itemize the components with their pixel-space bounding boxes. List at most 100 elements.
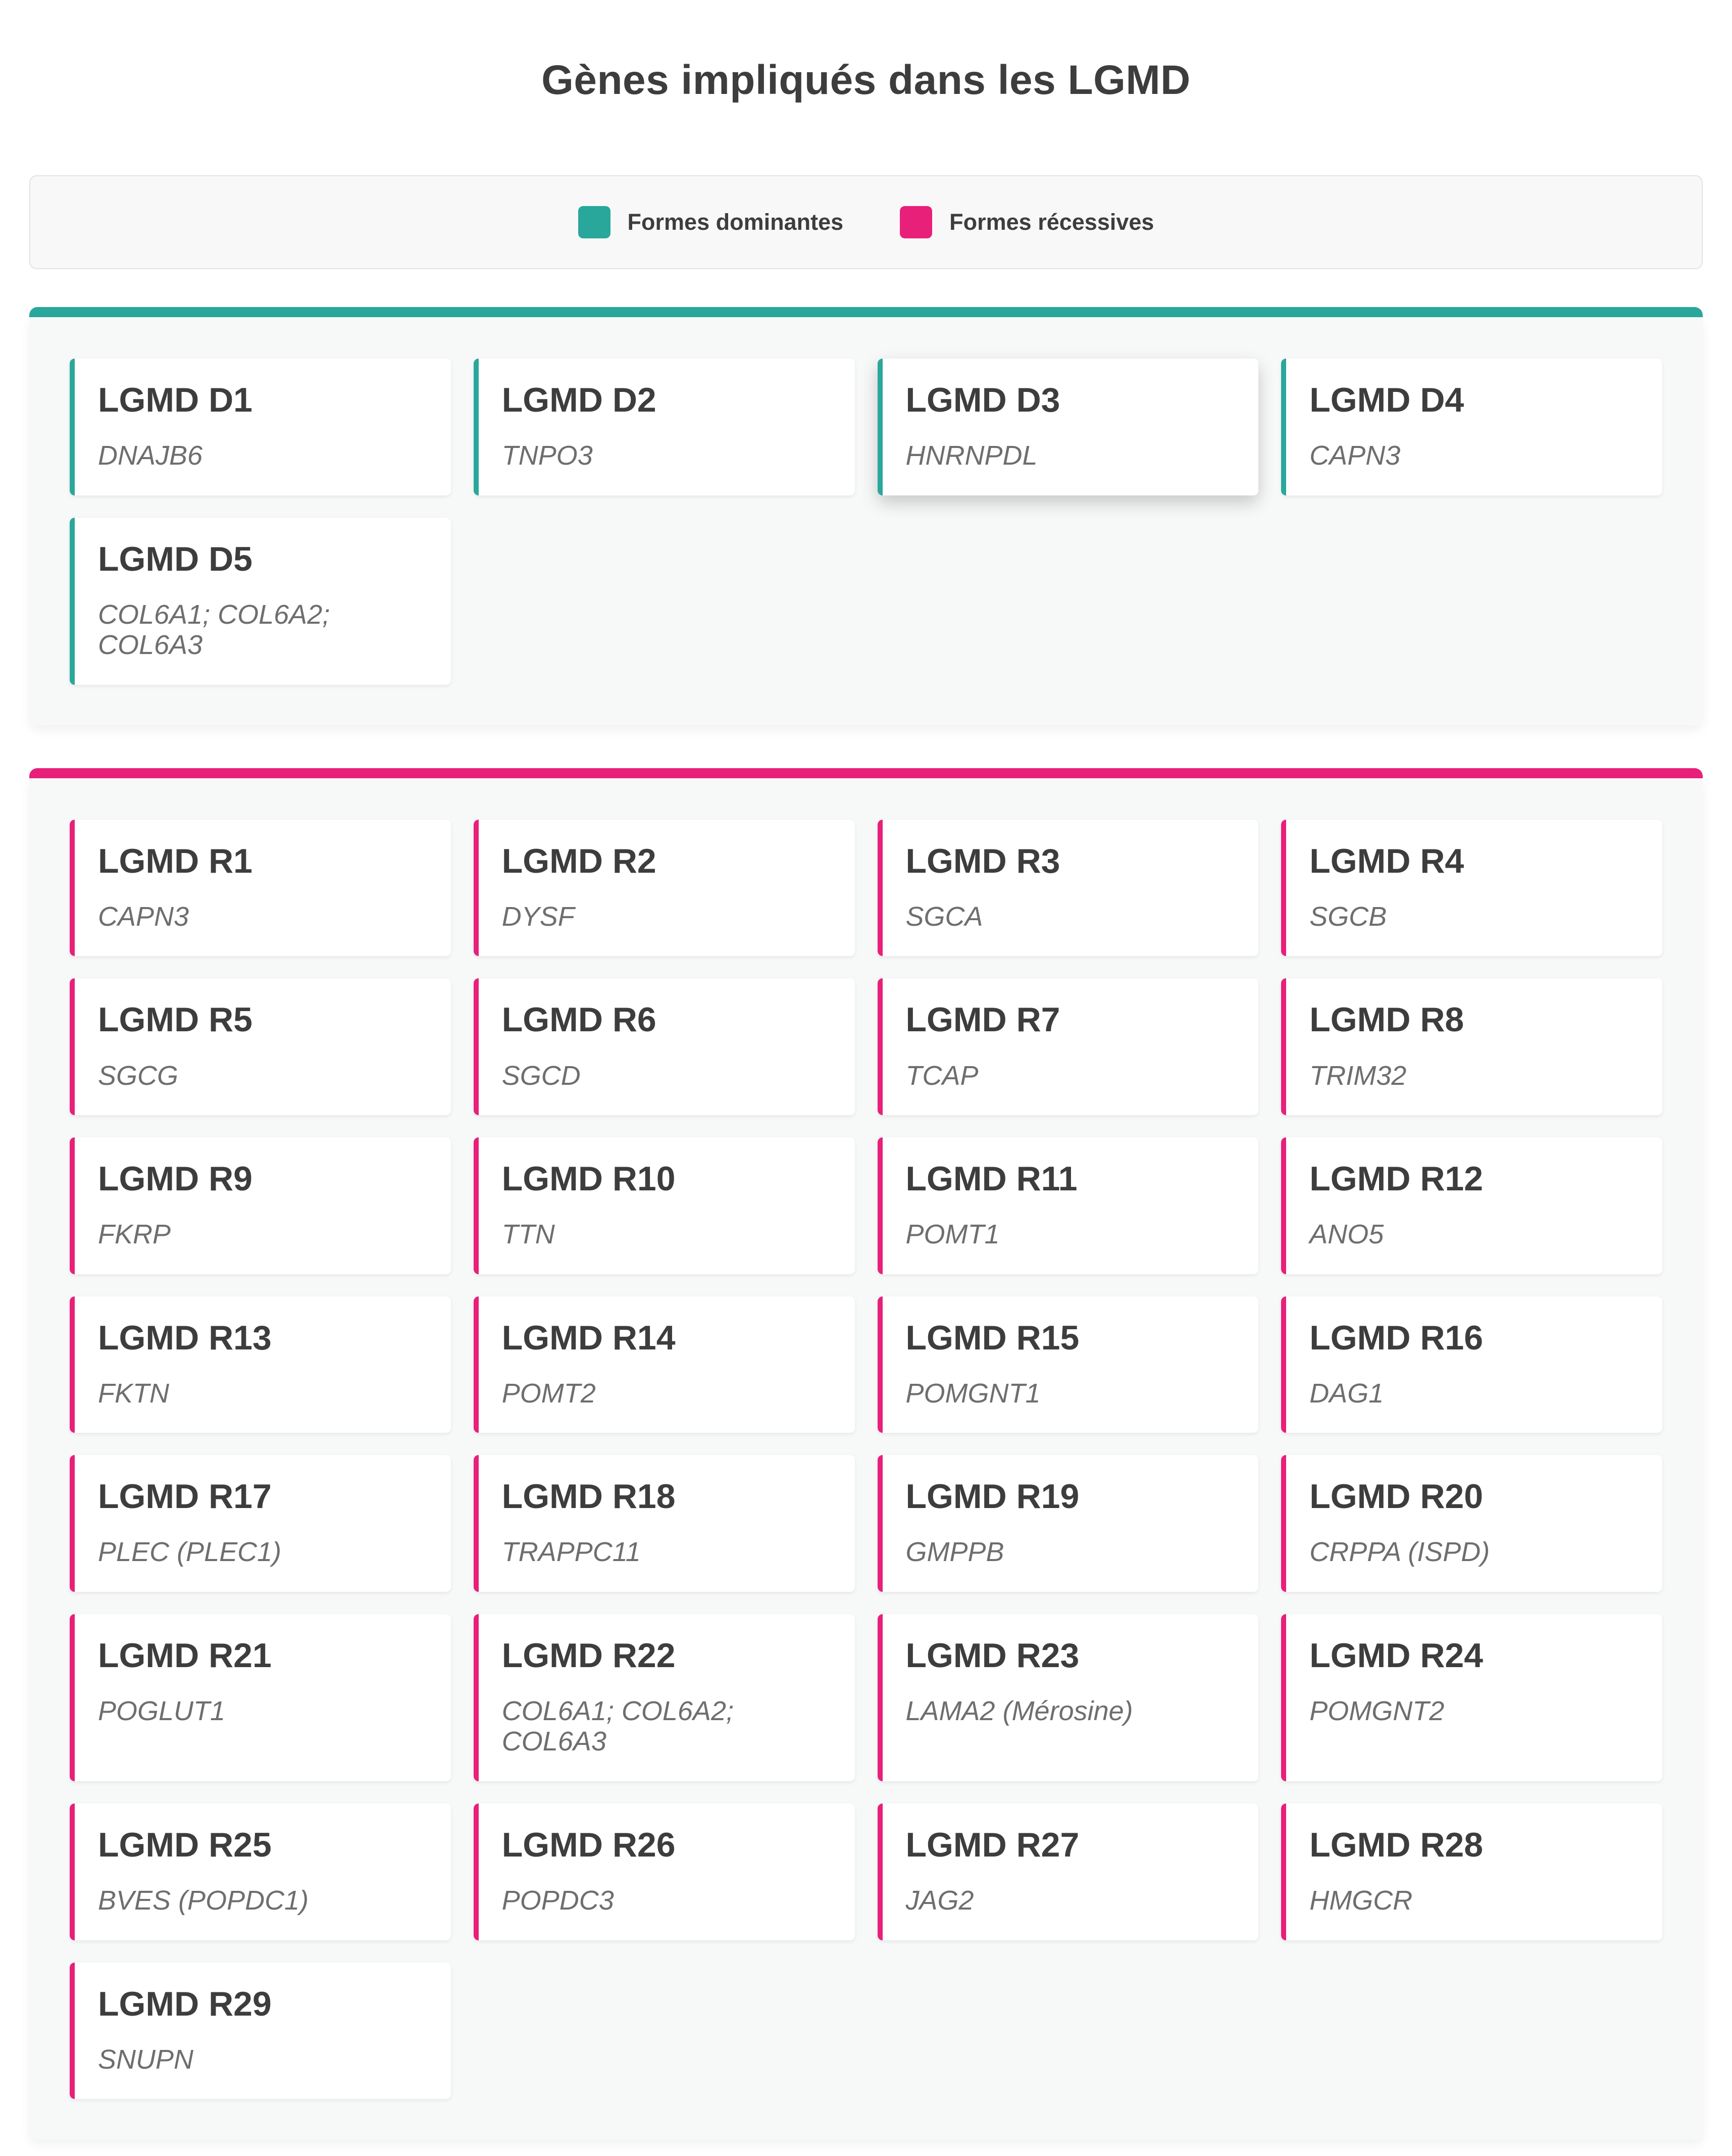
dominant-section: LGMD D1 DNAJB6 LGMD D2 TNPO3 LGMD D3 HNR… <box>29 307 1703 725</box>
card-gene-names: PLEC (PLEC1) <box>98 1537 431 1567</box>
card-gene-names: SGCD <box>502 1061 835 1091</box>
card-lgmd-r17[interactable]: LGMD R17 PLEC (PLEC1) <box>70 1455 451 1592</box>
card-title: LGMD R23 <box>906 1636 1239 1675</box>
card-gene-names: LAMA2 (Mérosine) <box>906 1696 1239 1726</box>
recessive-section: LGMD R1 CAPN3 LGMD R2 DYSF LGMD R3 SGCA … <box>29 768 1703 2139</box>
dominant-section-body: LGMD D1 DNAJB6 LGMD D2 TNPO3 LGMD D3 HNR… <box>29 317 1703 725</box>
card-gene-names: BVES (POPDC1) <box>98 1885 431 1916</box>
recessive-color-swatch <box>900 206 932 238</box>
card-title: LGMD R27 <box>906 1826 1239 1864</box>
card-lgmd-r2[interactable]: LGMD R2 DYSF <box>474 820 855 957</box>
legend-item-recessive: Formes récessives <box>900 206 1154 238</box>
card-title: LGMD D5 <box>98 540 431 578</box>
card-lgmd-r1[interactable]: LGMD R1 CAPN3 <box>70 820 451 957</box>
dominant-section-accent-bar <box>29 307 1703 317</box>
card-lgmd-r15[interactable]: LGMD R15 POMGNT1 <box>878 1296 1259 1433</box>
card-lgmd-r29[interactable]: LGMD R29 SNUPN <box>70 1963 451 2099</box>
card-title: LGMD R4 <box>1309 842 1642 880</box>
card-lgmd-r24[interactable]: LGMD R24 POMGNT2 <box>1281 1614 1662 1781</box>
card-lgmd-r21[interactable]: LGMD R21 POGLUT1 <box>70 1614 451 1781</box>
card-gene-names: FKRP <box>98 1219 431 1249</box>
card-gene-names: POMGNT2 <box>1309 1696 1642 1726</box>
card-lgmd-r14[interactable]: LGMD R14 POMT2 <box>474 1296 855 1433</box>
card-title: LGMD D1 <box>98 381 431 419</box>
card-lgmd-r22[interactable]: LGMD R22 COL6A1; COL6A2; COL6A3 <box>474 1614 855 1781</box>
card-lgmd-r27[interactable]: LGMD R27 JAG2 <box>878 1803 1259 1940</box>
card-lgmd-d3[interactable]: LGMD D3 HNRNPDL <box>878 359 1259 495</box>
card-gene-names: TRAPPC11 <box>502 1537 835 1567</box>
card-title: LGMD R29 <box>98 1985 431 2023</box>
card-gene-names: HMGCR <box>1309 1885 1642 1916</box>
card-lgmd-d5[interactable]: LGMD D5 COL6A1; COL6A2; COL6A3 <box>70 518 451 685</box>
card-lgmd-r11[interactable]: LGMD R11 POMT1 <box>878 1137 1259 1274</box>
card-gene-names: POMT1 <box>906 1219 1239 1249</box>
recessive-cards-grid: LGMD R1 CAPN3 LGMD R2 DYSF LGMD R3 SGCA … <box>70 820 1662 2099</box>
card-lgmd-r19[interactable]: LGMD R19 GMPPB <box>878 1455 1259 1592</box>
card-lgmd-r13[interactable]: LGMD R13 FKTN <box>70 1296 451 1433</box>
card-gene-names: TRIM32 <box>1309 1061 1642 1091</box>
card-lgmd-r4[interactable]: LGMD R4 SGCB <box>1281 820 1662 957</box>
page-title: Gènes impliqués dans les LGMD <box>0 60 1732 101</box>
card-title: LGMD R20 <box>1309 1477 1642 1516</box>
card-title: LGMD R1 <box>98 842 431 880</box>
card-title: LGMD R25 <box>98 1826 431 1864</box>
card-title: LGMD R24 <box>1309 1636 1642 1675</box>
card-title: LGMD R3 <box>906 842 1239 880</box>
card-gene-names: CRPPA (ISPD) <box>1309 1537 1642 1567</box>
dominant-legend-label: Formes dominantes <box>628 209 844 235</box>
card-lgmd-r5[interactable]: LGMD R5 SGCG <box>70 978 451 1115</box>
card-title: LGMD D3 <box>906 381 1239 419</box>
card-lgmd-r10[interactable]: LGMD R10 TTN <box>474 1137 855 1274</box>
card-lgmd-r6[interactable]: LGMD R6 SGCD <box>474 978 855 1115</box>
card-title: LGMD R21 <box>98 1636 431 1675</box>
card-lgmd-r7[interactable]: LGMD R7 TCAP <box>878 978 1259 1115</box>
card-gene-names: TTN <box>502 1219 835 1249</box>
card-lgmd-r8[interactable]: LGMD R8 TRIM32 <box>1281 978 1662 1115</box>
card-lgmd-r16[interactable]: LGMD R16 DAG1 <box>1281 1296 1662 1433</box>
card-gene-names: CAPN3 <box>1309 440 1642 471</box>
card-title: LGMD R28 <box>1309 1826 1642 1864</box>
card-lgmd-r20[interactable]: LGMD R20 CRPPA (ISPD) <box>1281 1455 1662 1592</box>
recessive-section-accent-bar <box>29 768 1703 778</box>
card-title: LGMD R2 <box>502 842 835 880</box>
card-lgmd-r23[interactable]: LGMD R23 LAMA2 (Mérosine) <box>878 1614 1259 1781</box>
card-gene-names: JAG2 <box>906 1885 1239 1916</box>
card-title: LGMD R18 <box>502 1477 835 1516</box>
card-lgmd-r3[interactable]: LGMD R3 SGCA <box>878 820 1259 957</box>
card-lgmd-r12[interactable]: LGMD R12 ANO5 <box>1281 1137 1662 1274</box>
legend-item-dominant: Formes dominantes <box>578 206 844 238</box>
card-title: LGMD R12 <box>1309 1160 1642 1198</box>
card-lgmd-d4[interactable]: LGMD D4 CAPN3 <box>1281 359 1662 495</box>
card-title: LGMD R5 <box>98 1000 431 1039</box>
card-title: LGMD R26 <box>502 1826 835 1864</box>
card-title: LGMD R6 <box>502 1000 835 1039</box>
card-gene-names: FKTN <box>98 1378 431 1409</box>
card-gene-names: GMPPB <box>906 1537 1239 1567</box>
card-gene-names: SGCB <box>1309 901 1642 932</box>
legend: Formes dominantes Formes récessives <box>29 175 1703 269</box>
card-gene-names: TNPO3 <box>502 440 835 471</box>
card-lgmd-d2[interactable]: LGMD D2 TNPO3 <box>474 359 855 495</box>
card-title: LGMD D2 <box>502 381 835 419</box>
card-gene-names: COL6A1; COL6A2; COL6A3 <box>502 1696 835 1757</box>
card-lgmd-r28[interactable]: LGMD R28 HMGCR <box>1281 1803 1662 1940</box>
card-title: LGMD R19 <box>906 1477 1239 1516</box>
card-title: LGMD R10 <box>502 1160 835 1198</box>
card-lgmd-r18[interactable]: LGMD R18 TRAPPC11 <box>474 1455 855 1592</box>
card-gene-names: TCAP <box>906 1061 1239 1091</box>
card-lgmd-r9[interactable]: LGMD R9 FKRP <box>70 1137 451 1274</box>
card-gene-names: COL6A1; COL6A2; COL6A3 <box>98 599 431 661</box>
card-lgmd-r26[interactable]: LGMD R26 POPDC3 <box>474 1803 855 1940</box>
card-lgmd-d1[interactable]: LGMD D1 DNAJB6 <box>70 359 451 495</box>
card-lgmd-r25[interactable]: LGMD R25 BVES (POPDC1) <box>70 1803 451 1940</box>
card-title: LGMD R16 <box>1309 1319 1642 1357</box>
card-gene-names: SGCG <box>98 1061 431 1091</box>
card-title: LGMD R14 <box>502 1319 835 1357</box>
dominant-color-swatch <box>578 206 610 238</box>
card-title: LGMD R9 <box>98 1160 431 1198</box>
card-gene-names: POGLUT1 <box>98 1696 431 1726</box>
card-gene-names: SNUPN <box>98 2044 431 2075</box>
card-gene-names: POPDC3 <box>502 1885 835 1916</box>
card-title: LGMD R8 <box>1309 1000 1642 1039</box>
card-title: LGMD R15 <box>906 1319 1239 1357</box>
